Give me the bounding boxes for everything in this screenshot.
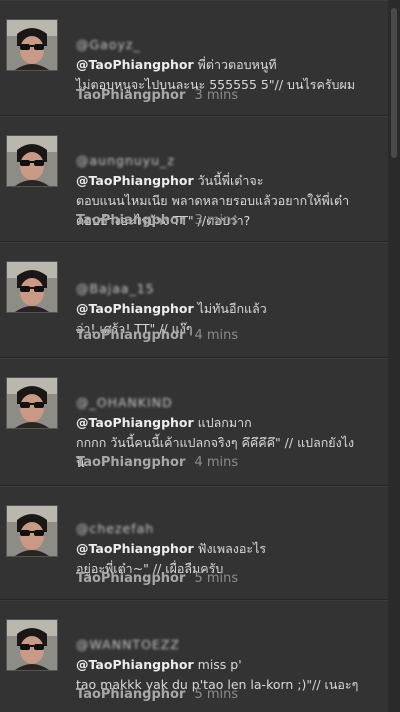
avatar-photo-icon bbox=[7, 506, 57, 556]
tweet-text: @Gaoyz_ @TaoPhiangphor พี่ต่าวตอบหนูที ไ… bbox=[76, 15, 378, 95]
author-link[interactable]: TaoPhiangphor bbox=[76, 213, 185, 228]
tweet-item[interactable]: @aungnuyu_z @TaoPhiangphor วันนี้พี่เต๋า… bbox=[0, 116, 388, 242]
tweet-item[interactable]: @Gaoyz_ @TaoPhiangphor พี่ต่าวตอบหนูที ไ… bbox=[0, 0, 388, 116]
avatar-photo-icon bbox=[7, 620, 57, 670]
blurred-mention: @Bajaa_15 bbox=[76, 281, 155, 296]
author-link[interactable]: TaoPhiangphor bbox=[76, 88, 185, 103]
avatar[interactable] bbox=[6, 19, 58, 71]
tweet-feed: @Gaoyz_ @TaoPhiangphor พี่ต่าวตอบหนูที ไ… bbox=[0, 0, 388, 712]
author-link[interactable]: TaoPhiangphor bbox=[76, 328, 185, 343]
avatar[interactable] bbox=[6, 377, 58, 429]
blurred-mention: @aungnuyu_z bbox=[76, 153, 175, 168]
avatar[interactable] bbox=[6, 261, 58, 313]
reply-handle-link[interactable]: @TaoPhiangphor bbox=[76, 173, 194, 188]
scrollbar-thumb[interactable] bbox=[391, 8, 397, 158]
avatar[interactable] bbox=[6, 135, 58, 187]
tweet-item[interactable]: @WANNTOEZZ @TaoPhiangphor miss p' tao ma… bbox=[0, 600, 388, 712]
tweet-meta: TaoPhiangphor 3 mins bbox=[76, 84, 238, 103]
author-link[interactable]: TaoPhiangphor bbox=[76, 687, 185, 702]
tweet-meta: TaoPhiangphor 5 mins bbox=[76, 567, 238, 586]
tweet-item[interactable]: @chezefah @TaoPhiangphor ฟังเพลงอะไร อยู… bbox=[0, 486, 388, 600]
avatar-photo-icon bbox=[7, 378, 57, 428]
blurred-mention: @Gaoyz_ bbox=[76, 37, 141, 52]
blurred-mention: @_OHANKIND bbox=[76, 395, 173, 410]
tweet-item[interactable]: @Bajaa_15 @TaoPhiangphor ไม่ทันอีกแล้ว อ… bbox=[0, 242, 388, 358]
avatar[interactable] bbox=[6, 619, 58, 671]
avatar-photo-icon bbox=[7, 136, 57, 186]
tweet-meta: TaoPhiangphor 4 mins bbox=[76, 324, 238, 343]
timestamp-link[interactable]: 4 mins bbox=[194, 455, 238, 470]
reply-handle-link[interactable]: @TaoPhiangphor bbox=[76, 57, 194, 72]
timestamp-link[interactable]: 4 mins bbox=[194, 328, 238, 343]
avatar-photo-icon bbox=[7, 262, 57, 312]
author-link[interactable]: TaoPhiangphor bbox=[76, 455, 185, 470]
timestamp-link[interactable]: 3 mins bbox=[194, 88, 238, 103]
tweet-meta: TaoPhiangphor 5 mins bbox=[76, 683, 238, 702]
blurred-mention: @chezefah bbox=[76, 521, 155, 536]
reply-handle-link[interactable]: @TaoPhiangphor bbox=[76, 301, 194, 316]
scrollbar[interactable] bbox=[388, 0, 400, 712]
timestamp-link[interactable]: 3 mins bbox=[194, 213, 238, 228]
timestamp-link[interactable]: 5 mins bbox=[194, 687, 238, 702]
reply-handle-link[interactable]: @TaoPhiangphor bbox=[76, 541, 194, 556]
tweet-meta: TaoPhiangphor 4 mins bbox=[76, 451, 238, 470]
avatar[interactable] bbox=[6, 505, 58, 557]
tweet-item[interactable]: @_OHANKIND @TaoPhiangphor แปลกมาก กกกก ว… bbox=[0, 358, 388, 486]
author-link[interactable]: TaoPhiangphor bbox=[76, 571, 185, 586]
reply-handle-link[interactable]: @TaoPhiangphor bbox=[76, 657, 194, 672]
reply-handle-link[interactable]: @TaoPhiangphor bbox=[76, 415, 194, 430]
blurred-mention: @WANNTOEZZ bbox=[76, 637, 180, 652]
avatar-photo-icon bbox=[7, 20, 57, 70]
timestamp-link[interactable]: 5 mins bbox=[194, 571, 238, 586]
tweet-meta: TaoPhiangphor 3 mins bbox=[76, 209, 238, 228]
